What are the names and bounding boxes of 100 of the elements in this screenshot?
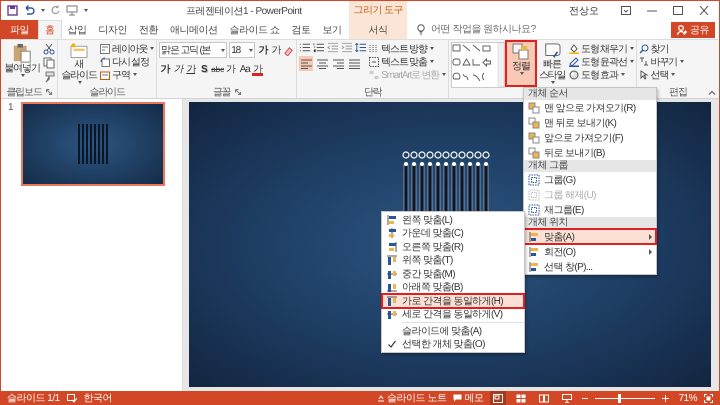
menu-item[interactable]: 뒤로 보내기(B): [524, 145, 656, 160]
slide-counter: 슬라이드 1/1: [7, 392, 60, 405]
caret-icon[interactable]: [84, 9, 88, 12]
tell-me-field[interactable]: 어떤 작업을 원하시나요?: [429, 23, 558, 36]
align-center-icon: [316, 58, 328, 68]
ribbon-tab[interactable]: 홈: [38, 20, 62, 39]
undo-icon[interactable]: [23, 5, 35, 16]
menu-item[interactable]: 아래쪽 맞춤(B): [382, 280, 524, 294]
menu-item[interactable]: 앞으로 가져오기(F): [524, 130, 656, 145]
spellcheck-icon[interactable]: [66, 394, 77, 402]
menu-item[interactable]: 오른쪽 맞춤(R): [382, 240, 524, 254]
group-label: 슬라이드: [90, 86, 125, 99]
line-spacing-icon[interactable]: [355, 42, 368, 53]
maximize-icon[interactable]: [673, 6, 683, 15]
reset-button[interactable]: 다시 설정: [100, 55, 154, 68]
shape-outline-button[interactable]: 도형 윤곽선: [569, 55, 634, 68]
normal-view-button[interactable]: [490, 391, 506, 405]
caret-icon: [430, 60, 434, 63]
strike-button[interactable]: abc: [211, 61, 224, 77]
numbering-icon[interactable]: [313, 42, 326, 53]
replace-button[interactable]: 바꾸기: [638, 55, 684, 68]
menu-item[interactable]: 선택 창(P)...: [524, 259, 656, 274]
ribbon-tab[interactable]: 서식: [349, 20, 408, 39]
ribbon-tab[interactable]: 디자인: [92, 20, 133, 39]
zoom-thumb[interactable]: [618, 394, 622, 402]
share-button[interactable]: 공유: [671, 22, 715, 38]
presenter-icon[interactable]: [66, 5, 78, 16]
eraser-icon[interactable]: [283, 44, 294, 56]
grow-font-button[interactable]: 가: [257, 42, 268, 58]
menu-item[interactable]: 가운데 맞춤(C): [382, 226, 524, 240]
menu-item[interactable]: 가로 간격을 동일하게(H): [382, 294, 524, 308]
group-icon: [528, 174, 540, 186]
menu-item[interactable]: 맨 앞으로 가져오기(R): [524, 100, 656, 115]
ribbon-tab[interactable]: 보기: [316, 20, 348, 39]
menu-item[interactable]: 중간 맞춤(M): [382, 267, 524, 280]
quick-styles-button[interactable]: 빠른 스타일: [537, 42, 568, 84]
zoom-in-icon[interactable]: [662, 394, 670, 402]
menu-item[interactable]: 왼쪽 맞춤(L): [382, 213, 524, 226]
text-direction-button[interactable]: 텍스트 방향: [369, 42, 446, 55]
menu-item[interactable]: 맞춤(A): [524, 229, 656, 244]
menu-section-header: 개체 순서: [524, 88, 656, 100]
spacing-button[interactable]: 가: [226, 61, 238, 77]
caret-icon[interactable]: [41, 9, 45, 12]
find-button[interactable]: 찾기: [638, 42, 684, 55]
font-name-field[interactable]: 맑은 고딕 (본: [159, 42, 228, 58]
comments-button[interactable]: 메모: [453, 391, 484, 405]
new-slide-button[interactable]: 새 슬라이드: [60, 42, 98, 84]
section-button[interactable]: 구역: [100, 68, 154, 81]
ribbon-display-icon[interactable]: [621, 6, 631, 15]
copy-icon[interactable]: [43, 57, 55, 69]
ribbon-tab[interactable]: 검토: [285, 20, 316, 39]
align-icon: [386, 214, 398, 226]
format-painter-icon[interactable]: [43, 71, 55, 83]
ribbon-tab[interactable]: 전환: [133, 20, 164, 39]
zoom-level[interactable]: 71%: [678, 392, 697, 404]
menu-item[interactable]: 위쪽 맞춤(T): [382, 254, 524, 267]
save-icon[interactable]: [7, 5, 18, 16]
ribbon-tab[interactable]: 애니메이션: [164, 20, 224, 39]
redo-icon[interactable]: [50, 5, 61, 16]
underline-button[interactable]: 가: [185, 61, 196, 77]
close-icon[interactable]: [699, 6, 709, 15]
shapes-gallery-drawing[interactable]: [451, 42, 506, 88]
color-button[interactable]: 가: [252, 62, 264, 76]
paste-button[interactable]: 붙여넣기: [3, 42, 41, 77]
file-tab[interactable]: 파일: [1, 20, 38, 39]
align-text-button[interactable]: 텍스트 맞춤: [369, 55, 446, 68]
fit-to-window-icon[interactable]: [704, 394, 713, 402]
menu-item[interactable]: 그룹(G): [524, 172, 656, 187]
shape-effects-button[interactable]: 도형 효과: [569, 68, 634, 81]
language-label[interactable]: 한국어: [84, 391, 112, 405]
cut-icon[interactable]: [43, 43, 55, 55]
caret-icon: [221, 48, 226, 52]
menu-item[interactable]: 세로 간격을 동일하게(V): [382, 308, 524, 321]
collapse-ribbon-icon[interactable]: [708, 90, 716, 94]
menu-item[interactable]: 맨 뒤로 보내기(K): [524, 115, 656, 130]
bold-button[interactable]: 가: [159, 61, 170, 77]
caret-icon: [20, 74, 24, 77]
group-label: 클립보드: [6, 86, 42, 99]
ribbon-tab[interactable]: 삽입: [62, 20, 92, 39]
ribbon-tab[interactable]: 슬라이드 쇼: [224, 20, 286, 39]
menu-item[interactable]: 회전(O): [524, 244, 656, 259]
font-size-field[interactable]: 18: [229, 42, 256, 58]
case-button[interactable]: Aa: [239, 61, 250, 77]
dialog-launcher-icon[interactable]: [234, 89, 240, 95]
layout-button[interactable]: 레이아웃: [100, 42, 154, 55]
select-button[interactable]: 선택: [638, 68, 684, 81]
menu-item[interactable]: 슬라이드에 맞춤(A): [382, 324, 524, 338]
menu-item[interactable]: 재그룹(E): [524, 202, 656, 217]
slide-thumbnail[interactable]: [20, 102, 165, 186]
shrink-font-button[interactable]: 가: [270, 42, 282, 58]
caret-icon: [680, 60, 684, 63]
dialog-launcher-icon[interactable]: [46, 89, 52, 95]
bullets-icon[interactable]: [299, 42, 312, 53]
align-left-button[interactable]: [299, 56, 314, 71]
menu-item[interactable]: 선택한 개체 맞춤(O): [382, 338, 524, 351]
italic-button[interactable]: 가: [172, 61, 184, 77]
notes-button[interactable]: 슬라이드 노트: [377, 391, 446, 405]
shadow-button[interactable]: S: [198, 61, 210, 77]
shape-fill-button[interactable]: 도형 채우기: [569, 42, 634, 55]
arrange-button[interactable]: 정렬: [507, 42, 536, 85]
